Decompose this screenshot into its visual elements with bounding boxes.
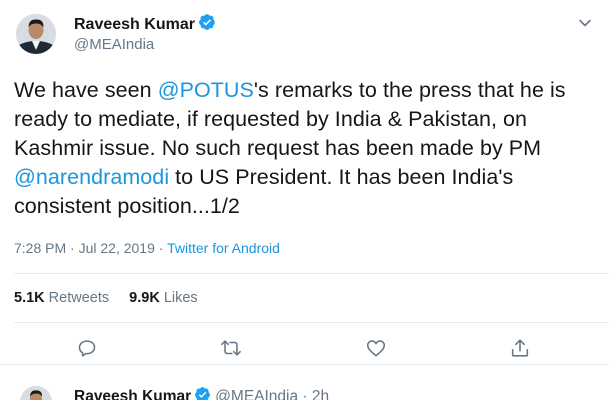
tweet-text-segment: We have seen <box>14 78 158 102</box>
likes-label: Likes <box>163 290 198 306</box>
avatar[interactable] <box>20 386 52 400</box>
retweets-label: Retweets <box>48 290 110 306</box>
divider <box>14 322 609 323</box>
retweets-count: 5.1K <box>14 290 45 306</box>
next-tweet[interactable]: Raveesh Kumar @MEAIndia · 2h <box>0 366 609 400</box>
tweet-date[interactable]: Jul 22, 2019 <box>79 240 155 256</box>
tweet-metadata: 7:28 PM · Jul 22, 2019 · Twitter for And… <box>14 240 280 256</box>
verified-badge-icon <box>194 386 211 400</box>
divider <box>14 273 609 274</box>
author-display-name[interactable]: Raveesh Kumar <box>74 13 216 36</box>
likes-stat[interactable]: 9.9K Likes <box>129 290 198 306</box>
chevron-down-icon[interactable] <box>578 16 592 30</box>
avatar[interactable] <box>16 14 56 54</box>
likes-count: 9.9K <box>129 290 160 306</box>
author-handle[interactable]: @MEAIndia <box>74 36 154 53</box>
retweet-icon[interactable] <box>219 337 241 359</box>
like-icon[interactable] <box>365 337 387 359</box>
tweet-card: Raveesh Kumar @MEAIndia We have seen @PO… <box>0 0 609 365</box>
verified-badge-icon <box>198 13 216 36</box>
tweet-source-link[interactable]: Twitter for Android <box>167 240 280 256</box>
tweet-time[interactable]: 7:28 PM <box>14 240 66 256</box>
next-author-name: Raveesh Kumar <box>74 388 192 400</box>
retweets-stat[interactable]: 5.1K Retweets <box>14 290 109 306</box>
mention-link[interactable]: @POTUS <box>158 78 254 102</box>
reply-icon[interactable] <box>76 337 98 359</box>
tweet-text: We have seen @POTUS's remarks to the pre… <box>14 76 599 221</box>
mention-link[interactable]: @narendramodi <box>14 165 169 189</box>
meta-separator: · <box>154 240 168 256</box>
meta-separator: · <box>66 240 79 256</box>
author-name-text: Raveesh Kumar <box>74 16 195 33</box>
next-tweet-author[interactable]: Raveesh Kumar @MEAIndia · 2h <box>74 386 329 400</box>
tweet-stats: 5.1K Retweets 9.9K Likes <box>14 290 214 306</box>
share-icon[interactable] <box>509 337 531 359</box>
next-tweet-handle-time: @MEAIndia · 2h <box>215 388 330 400</box>
